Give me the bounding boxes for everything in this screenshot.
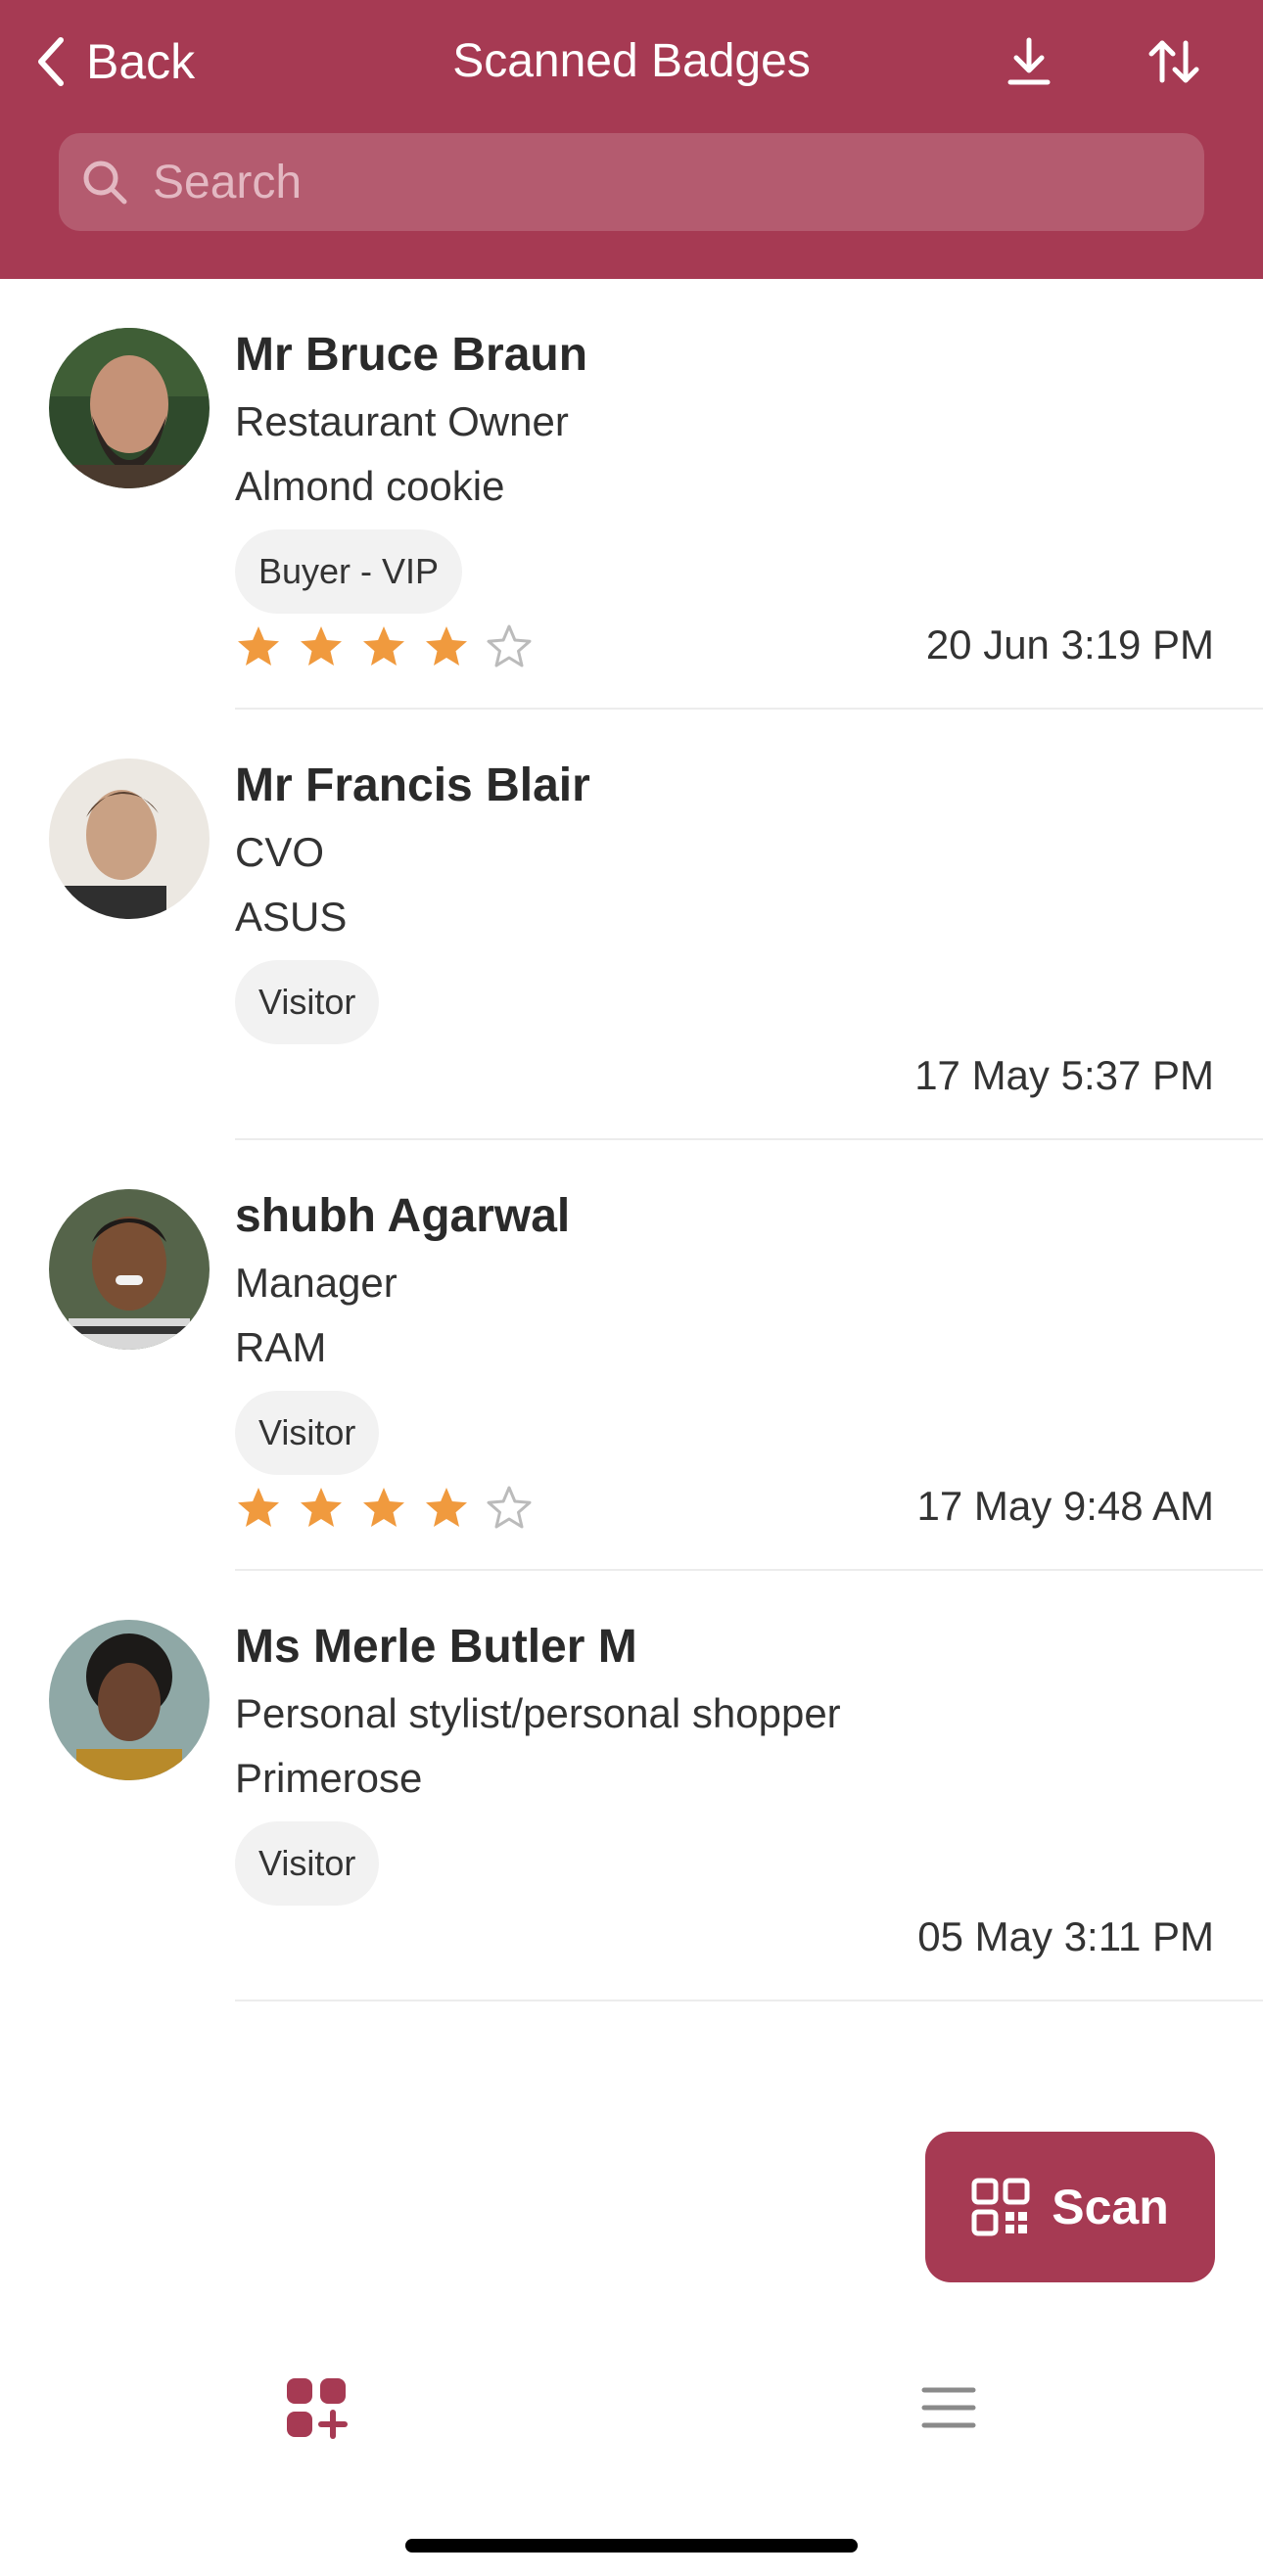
scan-button[interactable]: Scan (925, 2132, 1215, 2282)
sort-arrows-icon[interactable] (1140, 29, 1208, 94)
star-rating[interactable] (235, 1485, 533, 1530)
search-bar[interactable] (59, 133, 1204, 231)
contact-name: Mr Francis Blair (235, 759, 590, 811)
list-item[interactable]: Ms Merle Butler M Personal stylist/perso… (0, 1571, 1263, 2001)
star-filled-icon[interactable] (360, 1485, 407, 1530)
star-filled-icon[interactable] (423, 1485, 470, 1530)
star-filled-icon[interactable] (423, 623, 470, 668)
star-empty-icon[interactable] (486, 623, 533, 668)
contact-name: Ms Merle Butler M (235, 1621, 637, 1673)
avatar (49, 328, 210, 488)
contact-company: Primerose (235, 1755, 423, 1801)
contact-role: Personal stylist/personal shopper (235, 1690, 841, 1736)
avatar (49, 1620, 210, 1780)
badge-type-tag: Visitor (235, 960, 380, 1044)
app-header: Back Scanned Badges (0, 0, 1263, 279)
star-filled-icon[interactable] (235, 623, 282, 668)
badge-type-tag: Visitor (235, 1391, 380, 1475)
search-icon (83, 161, 127, 205)
contact-role: CVO (235, 829, 325, 875)
list-item[interactable]: Mr Francis Blair CVO ASUS Visitor 17 May… (0, 710, 1263, 1140)
badge-type-tag: Visitor (235, 1821, 380, 1906)
contact-name: shubh Agarwal (235, 1190, 571, 1242)
contact-role: Manager (235, 1260, 398, 1306)
star-filled-icon[interactable] (298, 1485, 345, 1530)
divider (235, 2000, 1263, 2001)
star-filled-icon[interactable] (235, 1485, 282, 1530)
qr-code-icon (971, 2178, 1030, 2236)
list-item[interactable]: shubh Agarwal Manager RAM Visitor 17 May… (0, 1140, 1263, 1571)
contact-company: RAM (235, 1324, 327, 1370)
avatar (49, 759, 210, 919)
scan-button-label: Scan (1052, 2180, 1169, 2234)
scan-timestamp: 17 May 5:37 PM (914, 1052, 1214, 1098)
star-filled-icon[interactable] (298, 623, 345, 668)
grid-plus-icon[interactable] (272, 2369, 360, 2447)
scan-timestamp: 05 May 3:11 PM (917, 1913, 1214, 1959)
contact-company: ASUS (235, 894, 348, 940)
contact-role: Restaurant Owner (235, 398, 569, 444)
menu-icon[interactable] (905, 2369, 993, 2447)
badge-list: Mr Bruce Braun Restaurant Owner Almond c… (0, 279, 1263, 2001)
star-rating[interactable] (235, 623, 533, 668)
badge-type-tag: Buyer - VIP (235, 529, 463, 614)
contact-name: Mr Bruce Braun (235, 329, 588, 381)
star-empty-icon[interactable] (486, 1485, 533, 1530)
contact-company: Almond cookie (235, 463, 505, 509)
download-icon[interactable] (995, 29, 1063, 94)
page-title: Scanned Badges (452, 35, 811, 87)
home-indicator (405, 2539, 858, 2553)
search-input[interactable] (151, 154, 1134, 210)
scan-timestamp: 20 Jun 3:19 PM (925, 621, 1214, 667)
list-item[interactable]: Mr Bruce Braun Restaurant Owner Almond c… (0, 279, 1263, 710)
scan-timestamp: 17 May 9:48 AM (916, 1483, 1215, 1529)
star-filled-icon[interactable] (360, 623, 407, 668)
avatar (49, 1189, 210, 1350)
